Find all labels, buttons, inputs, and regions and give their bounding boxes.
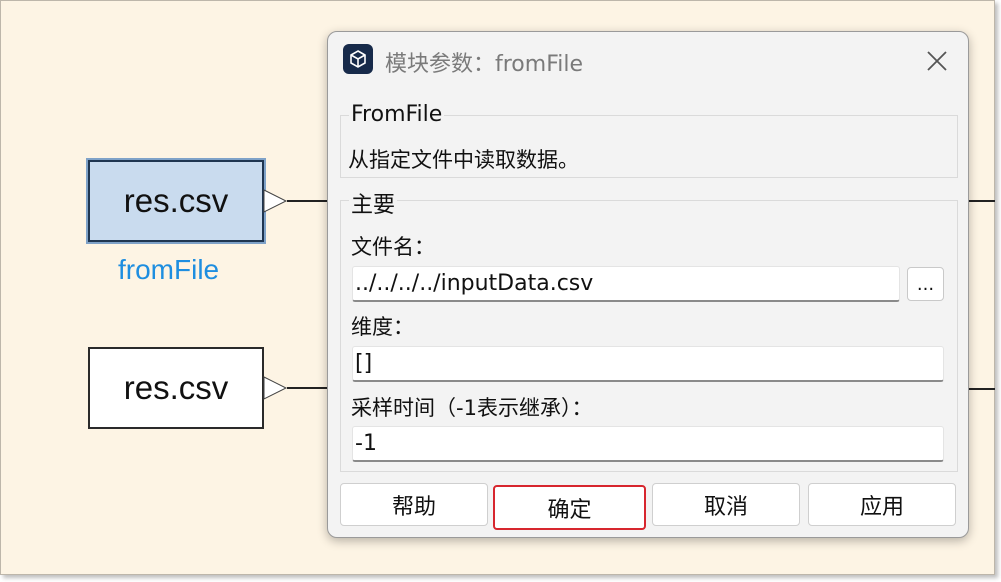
help-button[interactable]: 帮助: [340, 483, 488, 526]
signal-line[interactable]: [969, 200, 995, 202]
block-label: res.csv: [123, 369, 229, 406]
apply-button[interactable]: 应用: [808, 483, 956, 526]
description-group-title: FromFile: [349, 102, 445, 127]
filename-label: 文件名：: [351, 235, 435, 259]
output-port-arrow: [263, 376, 288, 400]
fromfile-block-selected[interactable]: res.csv: [88, 160, 264, 242]
signal-line[interactable]: [287, 200, 329, 202]
dimension-label: 维度：: [351, 315, 414, 339]
ok-button[interactable]: 确定: [493, 485, 646, 530]
block-label: res.csv: [123, 182, 229, 219]
dialog-title: 模块参数：fromFile: [385, 52, 584, 77]
dimension-field[interactable]: []: [352, 346, 944, 382]
sample-time-field[interactable]: -1: [352, 426, 944, 462]
block-name-label[interactable]: fromFile: [118, 254, 219, 286]
close-button[interactable]: [920, 44, 954, 78]
main-group-title: 主要: [349, 187, 398, 219]
output-port-arrow: [263, 189, 288, 213]
browse-button[interactable]: ...: [907, 267, 944, 301]
block-description: 从指定文件中读取数据。: [348, 148, 579, 172]
block-parameters-dialog: 模块参数：fromFile FromFile 从指定文件中读取数据。 主要 文件…: [327, 31, 969, 538]
fromfile-block[interactable]: res.csv: [88, 347, 264, 429]
dialog-titlebar[interactable]: 模块参数：fromFile: [328, 32, 968, 90]
sample-time-label: 采样时间（-1表示继承）：: [351, 396, 593, 420]
signal-line[interactable]: [969, 388, 995, 390]
filename-field[interactable]: ../../../../inputData.csv: [352, 266, 900, 302]
cube-icon: [343, 44, 373, 74]
signal-line[interactable]: [287, 387, 329, 389]
close-icon: [927, 51, 947, 71]
cancel-button[interactable]: 取消: [652, 483, 800, 526]
